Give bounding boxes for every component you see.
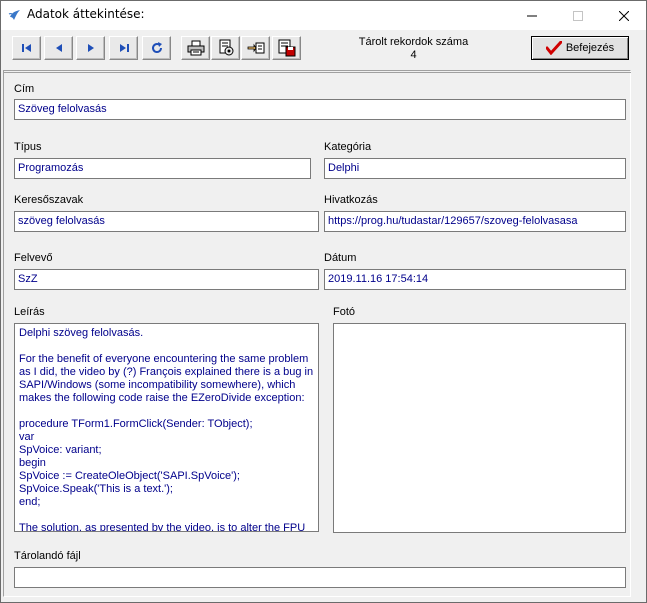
hand-pointer-icon — [247, 42, 264, 54]
type-field[interactable]: Programozás — [14, 158, 311, 179]
minimize-icon — [527, 15, 537, 16]
app-bird-icon — [8, 10, 20, 20]
first-record-icon — [21, 44, 31, 52]
title-field[interactable]: Szöveg felolvasás — [14, 99, 626, 120]
reference-label: Hivatkozás — [324, 194, 378, 206]
recorder-label: Felvevő — [14, 252, 53, 264]
last-record-icon — [119, 44, 129, 52]
next-record-button[interactable] — [76, 36, 105, 60]
panel-divider — [3, 72, 631, 73]
description-label: Leírás — [14, 306, 45, 318]
reference-field[interactable]: https://prog.hu/tudastar/129657/szoveg-f… — [324, 211, 626, 232]
description-memo[interactable]: Delphi szöveg felolvasás. For the benefi… — [14, 323, 319, 532]
report-button[interactable] — [211, 36, 240, 60]
app-window: Adatok áttekintése: Tárolt rekordok szám… — [0, 0, 647, 603]
finish-button[interactable]: Befejezés — [531, 36, 629, 60]
refresh-icon — [151, 42, 162, 54]
close-button[interactable] — [601, 1, 647, 30]
finish-button-label: Befejezés — [565, 42, 615, 54]
record-count-value: 4 — [410, 49, 417, 61]
toolbar: Tárolt rekordok száma 4 Befejezés — [1, 30, 646, 68]
record-count-label: Tárolt rekordok száma — [358, 36, 469, 48]
date-label: Dátum — [324, 252, 357, 264]
photo-box[interactable] — [333, 323, 626, 533]
description-text: Delphi szöveg felolvasás. For the benefi… — [19, 327, 314, 532]
title-bar: Adatok áttekintése: — [1, 1, 646, 30]
save-document-icon — [278, 39, 295, 57]
close-icon — [619, 10, 629, 21]
first-record-button[interactable] — [12, 36, 41, 60]
report-icon — [219, 39, 233, 56]
prev-record-button[interactable] — [44, 36, 73, 60]
print-icon — [187, 40, 204, 56]
date-field[interactable]: 2019.11.16 17:54:14 — [324, 269, 626, 290]
keywords-label: Keresőszavak — [14, 194, 84, 206]
maximize-button[interactable] — [555, 1, 601, 30]
print-button[interactable] — [181, 36, 210, 60]
minimize-button[interactable] — [509, 1, 555, 30]
keywords-field[interactable]: szöveg felolvasás — [14, 211, 319, 232]
photo-label: Fotó — [333, 306, 356, 318]
type-label: Típus — [14, 141, 42, 153]
hand-pointer-button[interactable] — [241, 36, 270, 60]
category-label: Kategória — [324, 141, 372, 153]
save-document-button[interactable] — [272, 36, 301, 60]
record-count-panel: Tárolt rekordok száma 4 — [346, 36, 481, 62]
refresh-button[interactable] — [142, 36, 171, 60]
title-label: Cím — [14, 83, 35, 95]
window-title: Adatok áttekintése: — [27, 7, 145, 21]
file-field[interactable] — [14, 567, 626, 588]
category-field[interactable]: Delphi — [324, 158, 626, 179]
file-label: Tárolandó fájl — [14, 550, 81, 562]
checkmark-icon — [545, 41, 562, 55]
maximize-icon — [573, 10, 583, 21]
last-record-button[interactable] — [109, 36, 138, 60]
recorder-field[interactable]: SzZ — [14, 269, 319, 290]
prev-record-icon — [55, 44, 62, 52]
next-record-icon — [87, 44, 94, 52]
